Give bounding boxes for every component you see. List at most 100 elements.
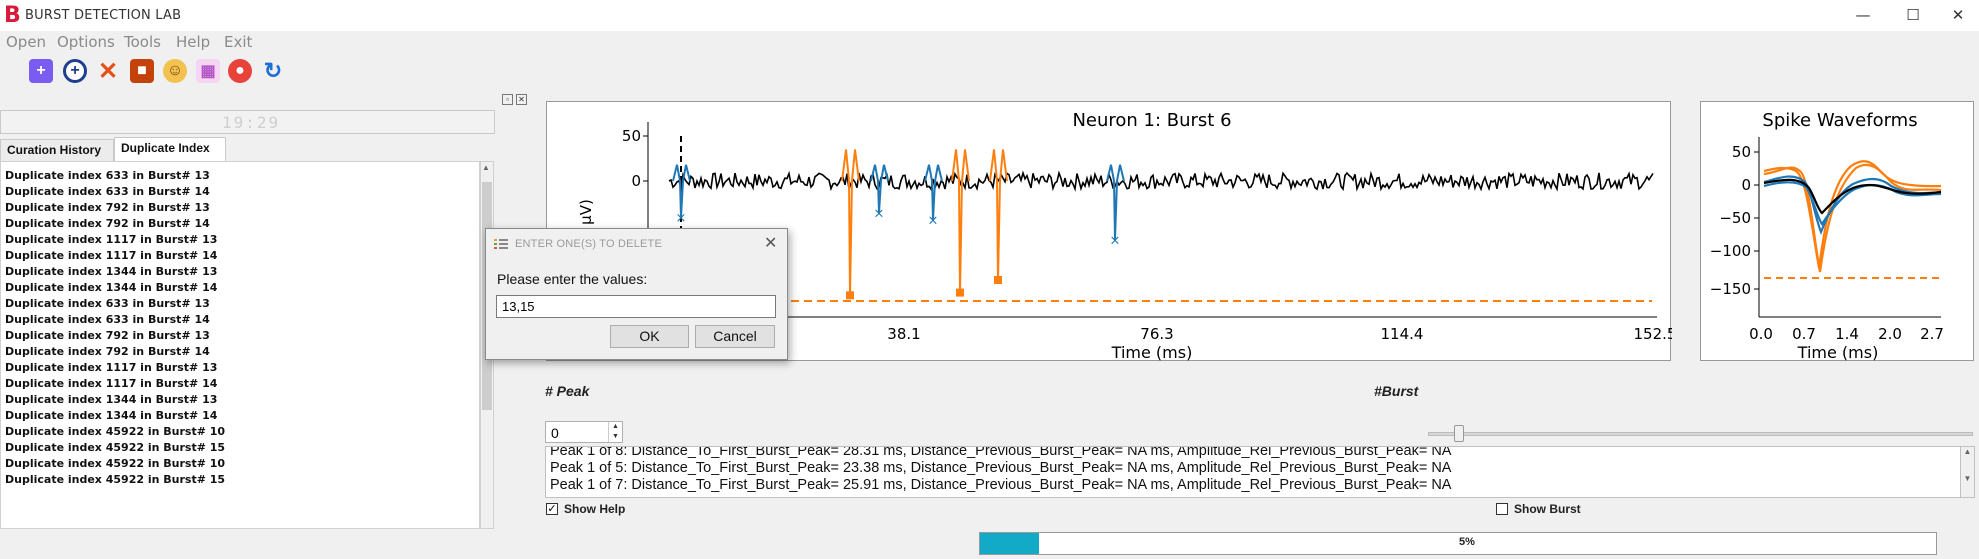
- list-item[interactable]: Duplicate index 1344 in Burst# 14: [5, 280, 479, 296]
- spike-waveform: [870, 164, 889, 213]
- menu-open[interactable]: Open: [6, 33, 46, 51]
- menu-tools[interactable]: Tools: [124, 33, 161, 51]
- minimize-button[interactable]: —: [1840, 0, 1886, 31]
- peak-label: # Peak: [545, 383, 590, 399]
- list-item[interactable]: Duplicate index 1117 in Burst# 14: [5, 376, 479, 392]
- spin-arrows-icon[interactable]: ▲ ▼: [608, 422, 622, 442]
- wave-y-ticks: 50 0 −50 −100 −150: [1710, 143, 1759, 298]
- spike-peak-marker: ×: [1110, 234, 1121, 249]
- show-help-label: Show Help: [564, 502, 626, 516]
- list-item[interactable]: Duplicate index 45922 in Burst# 10: [5, 456, 479, 472]
- burst-slider-handle[interactable]: [1454, 425, 1464, 442]
- x-tick-76-3: 76.3: [1140, 325, 1173, 343]
- scroll-up-icon[interactable]: ▲: [482, 163, 490, 172]
- info-line: Peak 1 of 8: Distance_To_First_Burst_Pea…: [550, 446, 1452, 459]
- waveform-plot: Spike Waveforms 50 0 −50 −100 −150 0.0 0.7 1.4…: [1700, 101, 1974, 362]
- cancel-button[interactable]: Cancel: [695, 325, 775, 348]
- list-item[interactable]: Duplicate index 1117 in Burst# 13: [5, 360, 479, 376]
- maximize-button[interactable]: ☐: [1890, 0, 1936, 31]
- info-scrollbar[interactable]: ▲ ▼: [1960, 446, 1975, 498]
- show-burst-checkbox[interactable]: [1496, 503, 1508, 515]
- wave-x-tick: 1.4: [1835, 325, 1859, 343]
- waveform-lines: [1763, 160, 1942, 273]
- list-item[interactable]: Duplicate index 1117 in Burst# 13: [5, 232, 479, 248]
- list-item[interactable]: Duplicate index 1344 in Burst# 13: [5, 392, 479, 408]
- x-axis-label: Time (ms): [1111, 343, 1193, 362]
- target-icon[interactable]: +: [63, 59, 87, 83]
- face-icon[interactable]: ☺: [163, 59, 187, 83]
- plus-icon[interactable]: +: [29, 59, 53, 83]
- close-pane-icon[interactable]: ✕: [516, 94, 527, 105]
- progress-bar: [979, 532, 1937, 555]
- progress-fill: [980, 533, 1039, 554]
- stop-icon[interactable]: ■: [130, 59, 154, 83]
- duplicate-list: Duplicate index 633 in Burst# 13 Duplicat…: [0, 161, 480, 529]
- menu-exit[interactable]: Exit: [224, 33, 252, 51]
- list-item[interactable]: Duplicate index 792 in Burst# 14: [5, 216, 479, 232]
- list-item[interactable]: Duplicate index 45922 in Burst# 15: [5, 472, 479, 488]
- wave-x-tick: 0.7: [1792, 325, 1816, 343]
- window-title: BURST DETECTION LAB: [25, 8, 182, 23]
- list-item[interactable]: Duplicate index 1344 in Burst# 14: [5, 408, 479, 424]
- wave-y-tick: −100: [1710, 242, 1751, 260]
- wave-y-tick: −150: [1710, 280, 1751, 298]
- y-tick-0: 0: [631, 172, 641, 190]
- list-icon: [494, 239, 508, 249]
- show-help-checkbox[interactable]: ✓: [546, 503, 558, 515]
- list-item[interactable]: Duplicate index 792 in Burst# 14: [5, 344, 479, 360]
- spike-waveform: [672, 164, 691, 218]
- wave-y-tick: 0: [1741, 176, 1751, 194]
- spike-peak-marker: [846, 291, 854, 300]
- info-line: Peak 1 of 7: Distance_To_First_Burst_Pea…: [550, 477, 1452, 493]
- list-item[interactable]: Duplicate index 633 in Burst# 13: [5, 296, 479, 312]
- spike-waveform: [989, 149, 1008, 281]
- spike-peak-marker: ×: [874, 207, 885, 222]
- list-item[interactable]: Duplicate index 792 in Burst# 13: [5, 328, 479, 344]
- spike-waveform: [951, 149, 970, 293]
- refresh-icon[interactable]: ↻: [261, 58, 285, 83]
- peak-info-text: Peak 1 of 8: Distance_To_First_Burst_Pea…: [545, 446, 1961, 498]
- list-item[interactable]: Duplicate index 45922 in Burst# 10: [5, 424, 479, 440]
- list-item[interactable]: Duplicate index 633 in Burst# 14: [5, 184, 479, 200]
- list-item[interactable]: Duplicate index 45922 in Burst# 15: [5, 440, 479, 456]
- delete-values-input[interactable]: [496, 295, 776, 318]
- burst-slider[interactable]: [1428, 432, 1973, 436]
- progress-label: 5%: [1459, 536, 1475, 548]
- list-item[interactable]: Duplicate index 633 in Burst# 14: [5, 312, 479, 328]
- x-tick-38-1: 38.1: [887, 325, 920, 343]
- float-pane-icon[interactable]: ▫: [502, 94, 513, 105]
- wave-y-tick: 50: [1732, 143, 1751, 161]
- list-item[interactable]: Duplicate index 633 in Burst# 13: [5, 168, 479, 184]
- spike-waveform: [924, 164, 943, 220]
- dialog-prompt: Please enter the values:: [497, 271, 648, 287]
- voltage-trace: [668, 170, 1654, 192]
- wave-x-tick: 0.0: [1749, 325, 1773, 343]
- dialog-title: ENTER ONE(S) TO DELETE: [515, 238, 663, 250]
- wave-x-tick: 2.0: [1878, 325, 1902, 343]
- tab-duplicate-index[interactable]: Duplicate Index: [114, 137, 226, 162]
- close-button[interactable]: ✕: [1935, 0, 1979, 31]
- record-icon[interactable]: ●: [228, 59, 252, 83]
- burst-label: #Burst: [1374, 383, 1419, 399]
- menu-options[interactable]: Options: [57, 33, 115, 51]
- image-icon[interactable]: ▦: [196, 59, 220, 83]
- menu-help[interactable]: Help: [176, 33, 210, 51]
- spike-waveform: [841, 149, 860, 296]
- list-item[interactable]: Duplicate index 1344 in Burst# 13: [5, 264, 479, 280]
- dialog-close-icon[interactable]: ✕: [764, 233, 777, 253]
- y-axis-label: µV): [577, 199, 595, 225]
- list-item[interactable]: Duplicate index 792 in Burst# 13: [5, 200, 479, 216]
- wave-x-tick: 2.7: [1920, 325, 1944, 343]
- spike-peak-marker: [956, 288, 964, 297]
- info-line: Peak 1 of 5: Distance_To_First_Burst_Pea…: [550, 460, 1452, 476]
- cross-icon[interactable]: ✕: [96, 58, 120, 85]
- lcd-text: 19:29: [222, 113, 281, 132]
- list-item[interactable]: Duplicate index 1117 in Burst# 14: [5, 248, 479, 264]
- ok-button[interactable]: OK: [610, 325, 689, 348]
- burst-plot-title: Neuron 1: Burst 6: [1072, 110, 1231, 131]
- y-tick-50: 50: [622, 127, 641, 145]
- tab-curation-history[interactable]: Curation History: [0, 139, 114, 161]
- app-logo-icon: B: [4, 3, 21, 28]
- spike-peak-marker: ×: [928, 214, 939, 229]
- waveform-plot-svg: Spike Waveforms 50 0 −50 −100 −150 0.0 0.7 1.4…: [1710, 110, 1944, 362]
